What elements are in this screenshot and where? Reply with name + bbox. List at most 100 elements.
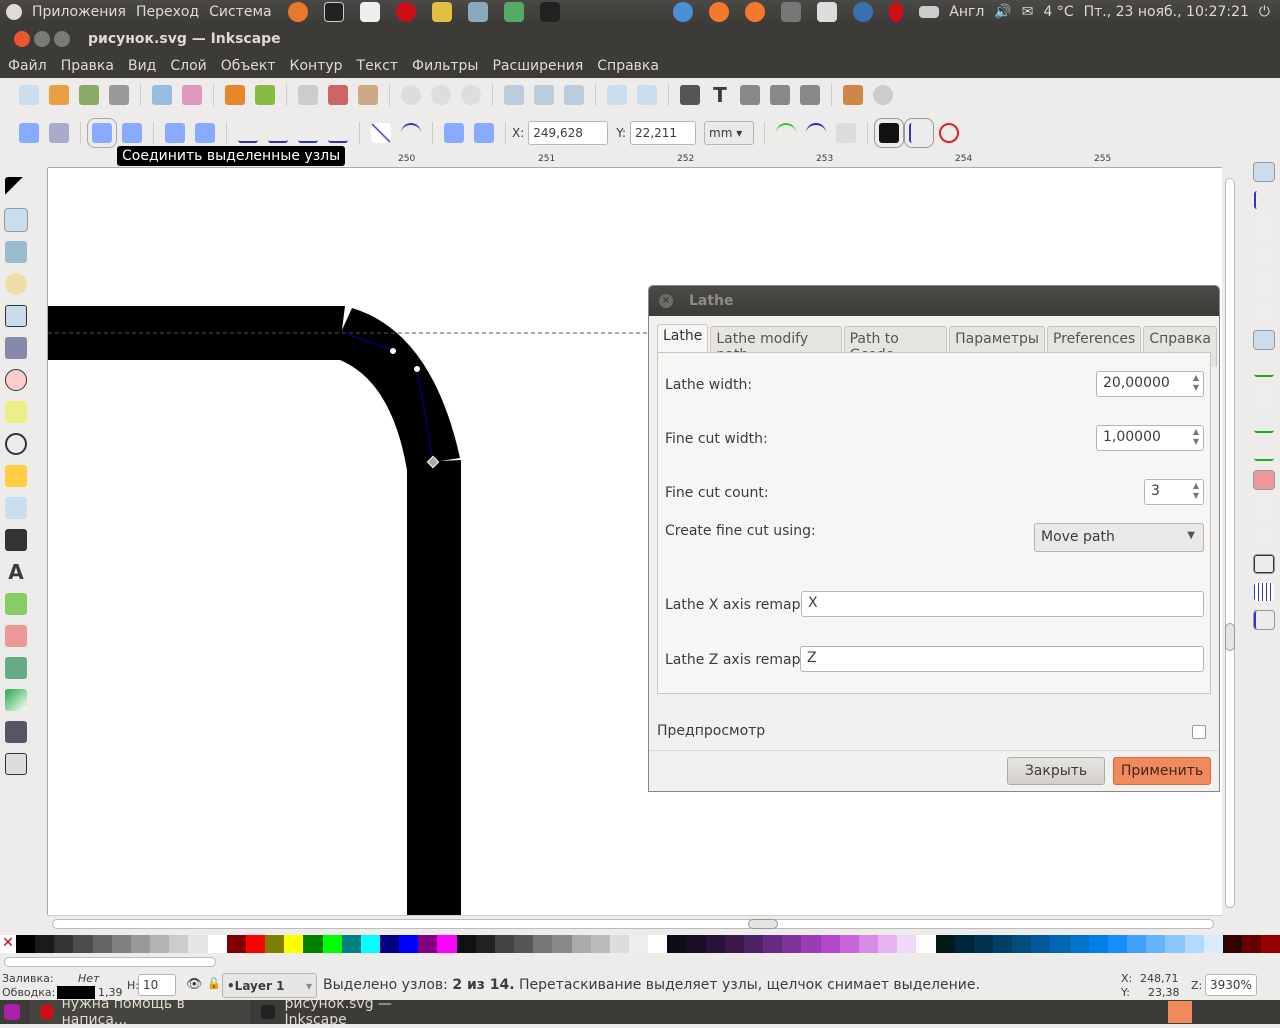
group-icon[interactable] <box>607 85 627 105</box>
xml-editor-icon[interactable] <box>770 85 790 105</box>
color-swatch[interactable] <box>858 935 879 953</box>
preferences-icon[interactable] <box>843 85 863 105</box>
taskbar-item-inkscape[interactable]: рисунок.svg — Inkscape <box>253 996 453 1028</box>
join-nodes-icon[interactable] <box>87 118 117 148</box>
color-swatch[interactable] <box>16 935 36 953</box>
print-icon[interactable] <box>109 85 129 105</box>
snap-bbox-center-icon[interactable] <box>1254 303 1274 321</box>
thunderbird-icon[interactable] <box>853 2 874 22</box>
apply-button[interactable]: Применить <box>1113 757 1211 785</box>
color-swatch[interactable] <box>1107 935 1128 953</box>
close-window-icon[interactable] <box>14 31 30 47</box>
redo-icon[interactable] <box>255 85 275 105</box>
horizontal-scrollbar[interactable] <box>48 915 1222 933</box>
workspace-switcher[interactable] <box>1168 1001 1192 1023</box>
node-handle[interactable] <box>413 365 421 373</box>
zoom-input[interactable]: 3930% <box>1205 974 1257 996</box>
clippath-edit-icon[interactable] <box>806 123 827 143</box>
mask-edit-icon[interactable] <box>836 123 857 143</box>
spray-tool-icon[interactable] <box>5 593 27 615</box>
color-swatch[interactable] <box>475 935 495 953</box>
color-swatch[interactable] <box>935 935 955 953</box>
snap-intersection-icon[interactable] <box>1254 387 1274 405</box>
color-swatch[interactable] <box>552 935 572 953</box>
color-swatch[interactable] <box>1165 935 1185 953</box>
blender-icon[interactable] <box>709 2 730 22</box>
keyboard-icon[interactable] <box>919 6 940 18</box>
menu-filters[interactable]: Фильтры <box>412 58 478 74</box>
paint-bucket-tool-icon[interactable] <box>5 657 27 679</box>
snap-nodes-icon[interactable] <box>1253 330 1275 350</box>
copy-icon[interactable] <box>298 85 318 105</box>
spreadsheet-icon[interactable] <box>503 2 524 22</box>
scrollbar-thumb[interactable] <box>748 919 778 929</box>
clone-icon[interactable] <box>534 85 554 105</box>
x-input[interactable]: 249,628 <box>528 121 609 145</box>
document-properties-icon[interactable] <box>873 85 893 105</box>
node-handle[interactable] <box>389 347 397 355</box>
color-swatch[interactable] <box>1127 935 1147 953</box>
menu-file[interactable]: Файл <box>8 58 47 74</box>
color-swatch[interactable] <box>724 935 744 953</box>
show-desktop-icon[interactable] <box>4 1004 20 1020</box>
snap-bbox-icon[interactable] <box>1254 191 1274 209</box>
color-swatch[interactable] <box>801 935 821 953</box>
color-swatch[interactable] <box>686 935 706 953</box>
show-handles-icon[interactable] <box>904 118 935 148</box>
menu-path[interactable]: Контур <box>290 58 343 74</box>
color-swatch[interactable] <box>456 935 476 953</box>
color-swatch[interactable] <box>1069 935 1089 953</box>
color-swatch[interactable] <box>973 935 993 953</box>
smooth-node-icon[interactable] <box>268 123 288 143</box>
color-swatch[interactable] <box>130 935 151 953</box>
keyboard-layout[interactable]: Англ <box>949 4 984 20</box>
scrollbar-thumb[interactable] <box>1225 623 1235 651</box>
fine-cut-count-input[interactable]: 3 ▲ ▼ <box>1144 479 1204 505</box>
color-swatch[interactable] <box>245 935 266 953</box>
show-transform-handles-icon[interactable] <box>874 118 905 148</box>
color-swatch[interactable] <box>878 935 898 953</box>
snap-guides-icon[interactable] <box>1253 610 1275 630</box>
zoom-drawing-icon[interactable] <box>431 85 451 105</box>
connector-tool-icon[interactable] <box>5 753 27 775</box>
color-swatch[interactable] <box>763 935 783 953</box>
snap-midpoints-icon[interactable] <box>1253 470 1275 490</box>
color-swatch[interactable] <box>188 935 208 953</box>
segment-line-icon[interactable] <box>371 123 391 143</box>
import-icon[interactable] <box>152 85 172 105</box>
power-icon[interactable]: ⏻ <box>1259 4 1270 20</box>
color-swatch[interactable] <box>571 935 591 953</box>
color-swatch[interactable] <box>494 935 515 953</box>
y-input[interactable]: 22,211 <box>630 121 697 145</box>
blender-icon-2[interactable] <box>745 2 766 22</box>
ungroup-icon[interactable] <box>637 85 657 105</box>
color-swatch[interactable] <box>1242 935 1262 953</box>
vertical-ruler[interactable] <box>32 168 48 915</box>
undo-icon[interactable] <box>225 85 245 105</box>
color-swatch[interactable] <box>533 935 553 953</box>
join-segment-icon[interactable] <box>165 123 185 143</box>
no-paint-swatch[interactable]: ✕ <box>0 935 16 953</box>
stroke-to-path-icon[interactable] <box>474 123 494 143</box>
layer-select[interactable]: •Layer 1 ▾ <box>222 973 317 998</box>
color-swatch[interactable] <box>743 935 764 953</box>
color-swatch[interactable] <box>418 935 438 953</box>
rectangle-tool-icon[interactable] <box>5 305 27 327</box>
snap-rotation-center-icon[interactable] <box>1254 527 1274 545</box>
color-swatch[interactable] <box>111 935 131 953</box>
vertical-scrollbar[interactable] <box>1222 158 1238 915</box>
paste-icon[interactable] <box>358 85 378 105</box>
snap-grid-icon[interactable] <box>1254 583 1274 601</box>
selector-tool-icon[interactable] <box>5 177 27 199</box>
minimize-window-icon[interactable] <box>34 31 50 47</box>
color-swatch[interactable] <box>992 935 1013 953</box>
create-fine-cut-select[interactable]: Move path ▼ <box>1034 523 1204 552</box>
color-swatch[interactable] <box>437 935 457 953</box>
fine-cut-width-input[interactable]: 1,00000 ▲ ▼ <box>1096 425 1204 451</box>
new-icon[interactable] <box>19 85 39 105</box>
spiral-tool-icon[interactable] <box>5 433 27 455</box>
delete-segment-icon[interactable] <box>195 123 215 143</box>
node-tool-icon[interactable] <box>4 208 28 232</box>
color-swatch[interactable] <box>92 935 112 953</box>
opacity-input[interactable]: 10 <box>138 974 176 996</box>
